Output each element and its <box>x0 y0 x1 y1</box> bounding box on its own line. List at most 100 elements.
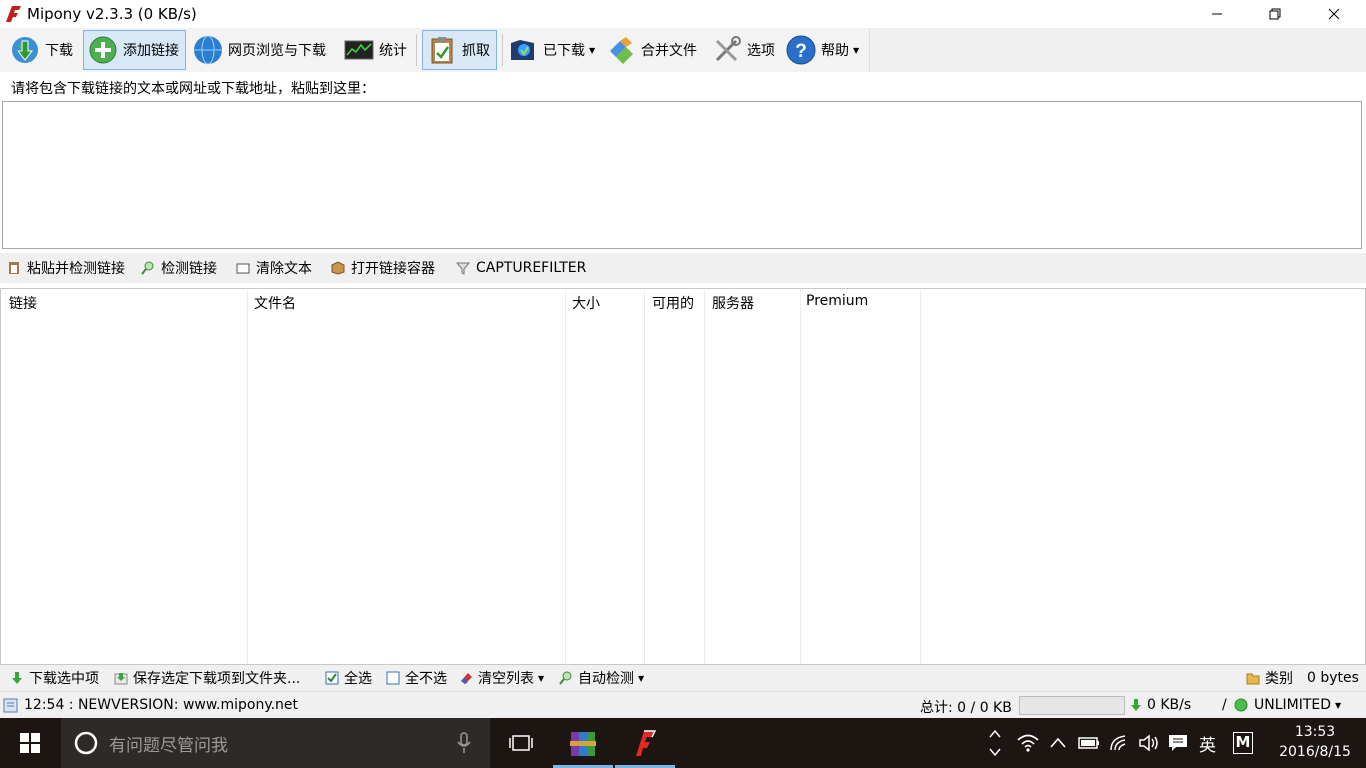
chevron-down-icon: ▼ <box>853 45 860 55</box>
capture-filter-button[interactable]: CAPTUREFILTER <box>456 257 586 279</box>
ime-mode-button[interactable]: M <box>1233 718 1253 768</box>
clear-text-button[interactable]: 清除文本 <box>236 257 312 279</box>
microphone-icon[interactable] <box>457 732 471 754</box>
volume-control[interactable] <box>1138 718 1160 768</box>
windows-taskbar: 有问题尽管问我 英 M 13:53 2016/8/15 <box>0 718 1366 768</box>
add-link-button[interactable]: 添加链接 <box>83 30 186 70</box>
total-progress-bar <box>1019 696 1125 715</box>
cortana-search-box[interactable]: 有问题尽管问我 <box>61 718 490 768</box>
tray-scroll[interactable] <box>989 718 1001 768</box>
downloaded-folder-icon <box>511 40 534 60</box>
auto-check-button[interactable]: 自动检测 ▼ <box>559 668 644 688</box>
ime-language-button[interactable]: 英 <box>1199 718 1216 768</box>
minimize-button[interactable] <box>1194 0 1240 28</box>
column-header-premium[interactable]: Premium <box>806 293 868 309</box>
paste-textarea[interactable] <box>2 101 1362 249</box>
clock-date: 2016/8/15 <box>1279 744 1351 760</box>
paste-instruction: 请将包含下载链接的文本或网址或下载地址，粘贴到这里： <box>11 81 375 97</box>
stats-label: 统计 <box>379 43 407 59</box>
speed-text: 0 KB/s <box>1147 697 1192 713</box>
network-signal-icon <box>1110 735 1126 751</box>
wifi-status[interactable] <box>1017 718 1039 768</box>
clipboard-icon <box>431 37 453 64</box>
save-folder-icon <box>114 673 128 685</box>
network-status[interactable] <box>1109 718 1131 768</box>
speed-limit-label: UNLIMITED <box>1254 697 1332 713</box>
notification-icon <box>1169 735 1187 751</box>
help-icon: ? <box>786 35 816 65</box>
category-label: 类别 <box>1265 671 1293 687</box>
column-header-available[interactable]: 可用的 <box>652 293 694 313</box>
column-header-size[interactable]: 大小 <box>572 293 600 313</box>
column-divider <box>800 290 801 664</box>
speed-separator: / <box>1222 697 1227 713</box>
browse-button[interactable]: 网页浏览与下载 <box>189 30 332 70</box>
paste-check-button[interactable]: 粘贴并检测链接 <box>7 257 125 279</box>
mipony-logo-icon <box>6 6 21 22</box>
show-hidden-icons-button[interactable] <box>1050 718 1066 768</box>
checked-checkbox-icon <box>325 671 339 685</box>
toolbar-separator <box>502 34 503 66</box>
log-icon <box>3 698 18 712</box>
stats-monitor-icon <box>344 40 374 60</box>
chevron-down-icon: ▼ <box>589 45 596 55</box>
column-header-server[interactable]: 服务器 <box>712 293 754 313</box>
magnifier-icon <box>559 671 572 685</box>
chevron-up-icon <box>1050 737 1066 748</box>
download-globe-icon <box>12 37 38 63</box>
merge-button[interactable]: 合并文件 <box>602 30 703 70</box>
mipony-taskbar-button[interactable] <box>615 718 675 768</box>
download-selected-label: 下载选中项 <box>29 671 99 687</box>
restore-button[interactable] <box>1252 0 1298 28</box>
select-none-button[interactable]: 全不选 <box>386 668 447 688</box>
open-container-button[interactable]: 打开链接容器 <box>331 257 435 279</box>
check-links-button[interactable]: 检测链接 <box>141 257 217 279</box>
column-header-link[interactable]: 链接 <box>9 293 37 313</box>
column-divider <box>920 290 921 664</box>
download-button[interactable]: 下载 <box>6 30 79 70</box>
winrar-books-icon <box>570 732 596 756</box>
merge-label: 合并文件 <box>641 43 697 59</box>
battery-icon <box>1078 737 1099 749</box>
total-bytes: 0 bytes <box>1307 670 1359 686</box>
filter-icon <box>456 262 470 275</box>
svg-text:?: ? <box>795 41 807 62</box>
status-bar: 12:54 : NEWVERSION: www.mipony.net 总计: 0… <box>0 691 1366 718</box>
links-table[interactable]: 链接 文件名 大小 可用的 服务器 Premium <box>0 288 1366 665</box>
select-none-label: 全不选 <box>405 671 447 687</box>
task-view-button[interactable] <box>491 718 551 768</box>
help-button[interactable]: ? 帮助 ▼ <box>782 30 865 70</box>
start-button[interactable] <box>0 718 60 768</box>
status-message-text: 12:54 : NEWVERSION: www.mipony.net <box>24 697 299 713</box>
battery-status[interactable] <box>1078 718 1100 768</box>
options-button[interactable]: 选项 <box>708 30 781 70</box>
taskbar-clock[interactable]: 13:53 2016/8/15 <box>1272 722 1358 762</box>
browse-label: 网页浏览与下载 <box>228 43 326 59</box>
capture-button[interactable]: 抓取 <box>422 30 497 70</box>
select-all-label: 全选 <box>344 671 372 687</box>
clear-list-label: 清空列表 <box>478 671 534 687</box>
column-divider <box>565 290 566 664</box>
stats-button[interactable]: 统计 <box>340 30 413 70</box>
options-label: 选项 <box>747 43 775 59</box>
status-total: 总计: 0 / 0 KB <box>920 700 1012 716</box>
close-button[interactable] <box>1311 0 1357 28</box>
download-selected-button[interactable]: 下载选中项 <box>10 668 99 688</box>
winrar-taskbar-button[interactable] <box>553 718 613 768</box>
toolbar-separator <box>416 34 417 66</box>
paste-check-label: 粘贴并检测链接 <box>27 261 125 277</box>
eraser-icon <box>461 673 472 684</box>
select-all-button[interactable]: 全选 <box>325 668 372 688</box>
clock-time: 13:53 <box>1294 724 1336 740</box>
speed-limit-button[interactable]: UNLIMITED ▼ <box>1234 697 1341 713</box>
box-icon <box>331 261 345 275</box>
clear-list-button[interactable]: 清空列表 ▼ <box>459 668 544 688</box>
downloaded-button[interactable]: 已下载 ▼ <box>504 30 601 70</box>
column-header-filename[interactable]: 文件名 <box>254 293 296 313</box>
action-center-button[interactable] <box>1168 718 1188 768</box>
paste-icon <box>9 262 19 274</box>
category-button[interactable]: 类别 <box>1246 668 1293 688</box>
toolbar-group: 下载 添加链接 网页浏览与下载 统计 抓取 已下载 ▼ 合并文件 选项 ? 帮助… <box>0 28 870 72</box>
save-selected-button[interactable]: 保存选定下载项到文件夹... <box>114 668 300 688</box>
green-dot-icon <box>1234 698 1248 712</box>
